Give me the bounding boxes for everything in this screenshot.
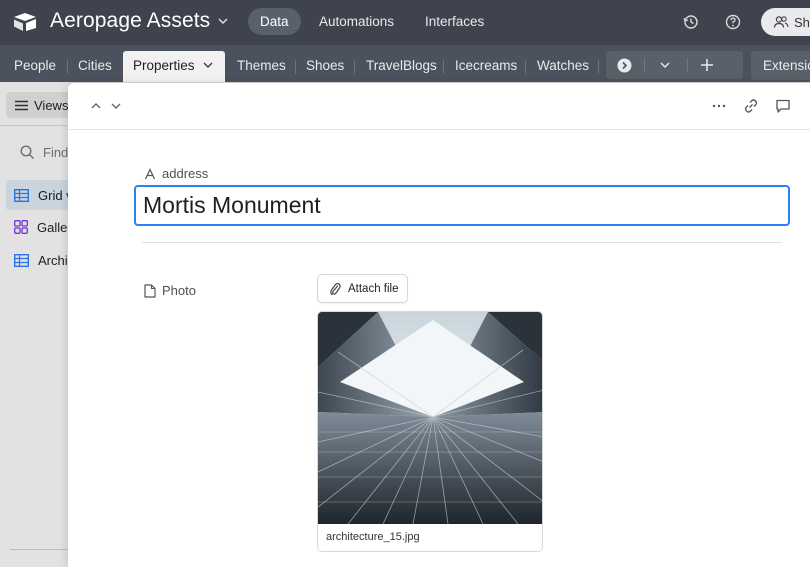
tab-themes[interactable]: Themes xyxy=(237,51,286,82)
more-options-icon[interactable] xyxy=(711,98,727,114)
logo-icon[interactable] xyxy=(13,12,37,32)
tab-cities[interactable]: Cities xyxy=(78,51,112,82)
chevron-up-icon[interactable] xyxy=(88,98,104,114)
help-icon[interactable] xyxy=(724,13,742,31)
sidebar-divider xyxy=(0,125,70,126)
users-icon xyxy=(773,16,789,28)
views-label: Views xyxy=(34,97,69,113)
find-placeholder: Find xyxy=(43,145,69,160)
field-divider xyxy=(142,242,782,243)
tab-properties[interactable]: Properties xyxy=(123,51,225,82)
chevron-down-icon[interactable] xyxy=(108,98,124,114)
tab-people[interactable]: People xyxy=(14,51,56,82)
architecture-photo-thumbnail[interactable] xyxy=(318,312,543,524)
attach-file-button[interactable]: Attach file xyxy=(317,274,408,303)
share-label: Sha xyxy=(794,14,810,30)
chevron-down-icon[interactable] xyxy=(216,14,230,28)
gallery-icon xyxy=(14,220,28,234)
record-panel-header xyxy=(68,83,810,130)
tab-divider xyxy=(687,58,688,72)
attachment-filename: architecture_15.jpg xyxy=(326,531,420,543)
nav-interfaces[interactable]: Interfaces xyxy=(413,8,496,35)
find-view-input[interactable]: Find xyxy=(20,145,68,160)
nav-automations[interactable]: Automations xyxy=(307,8,406,35)
tab-travelblogs[interactable]: TravelBlogs xyxy=(366,51,437,82)
expanded-record-panel: address Mortis Monument Photo Attach fil… xyxy=(68,83,810,567)
primary-field-input[interactable]: Mortis Monument xyxy=(134,185,790,226)
chevron-down-icon[interactable] xyxy=(659,60,671,70)
primary-field-label: address xyxy=(144,166,208,181)
share-button[interactable]: Sha xyxy=(761,8,810,36)
link-icon[interactable] xyxy=(743,98,759,114)
field-label-text: Photo xyxy=(162,283,196,298)
tab-divider xyxy=(443,60,444,74)
add-table-icon[interactable] xyxy=(700,58,714,72)
sidebar-item-label: Galle xyxy=(37,219,68,235)
tab-divider xyxy=(354,60,355,74)
comment-icon[interactable] xyxy=(775,98,791,114)
extensions-button[interactable]: Extensio xyxy=(751,51,810,80)
chevron-down-icon[interactable] xyxy=(202,60,214,70)
sidebar-item-archive[interactable]: Archi xyxy=(6,245,76,275)
tab-watches[interactable]: Watches xyxy=(537,51,589,82)
tab-actions-group xyxy=(606,51,743,79)
photo-field-label: Photo xyxy=(144,283,196,298)
nav-data[interactable]: Data xyxy=(248,8,301,35)
paperclip-icon xyxy=(330,282,341,295)
sidebar-divider xyxy=(10,549,70,550)
views-button[interactable]: Views xyxy=(6,92,76,118)
sidebar-item-gallery[interactable]: Galle xyxy=(6,212,76,242)
tab-properties-label: Properties xyxy=(133,58,195,73)
top-bar: Aeropage Assets Data Automations Interfa… xyxy=(0,0,810,45)
app-title[interactable]: Aeropage Assets xyxy=(50,9,210,33)
text-field-icon xyxy=(144,167,156,179)
tab-divider xyxy=(644,58,645,72)
sidebar-item-label: Archi xyxy=(38,252,68,268)
grid-icon xyxy=(14,188,29,202)
sidebar-item-grid-view[interactable]: Grid v xyxy=(6,180,76,210)
search-icon xyxy=(20,145,34,159)
tab-shoes[interactable]: Shoes xyxy=(306,51,344,82)
menu-icon xyxy=(15,100,28,110)
more-tables-icon[interactable] xyxy=(617,58,632,73)
tab-divider xyxy=(598,60,599,74)
tab-icecreams[interactable]: Icecreams xyxy=(455,51,517,82)
history-icon[interactable] xyxy=(682,13,700,31)
attachment-field-icon xyxy=(144,283,156,298)
tab-divider xyxy=(67,60,68,74)
attach-file-label: Attach file xyxy=(348,282,399,295)
grid-icon xyxy=(14,253,29,267)
field-label-text: address xyxy=(162,166,209,181)
tab-divider xyxy=(295,60,296,74)
attachment-card[interactable]: architecture_15.jpg xyxy=(317,311,543,552)
tab-divider xyxy=(525,60,526,74)
